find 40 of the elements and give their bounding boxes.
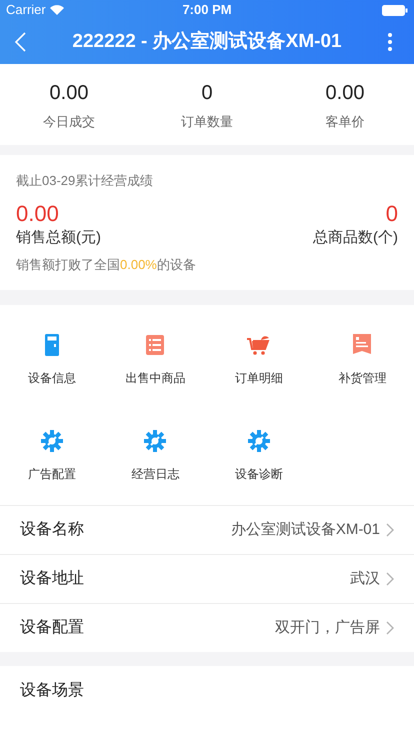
status-time: 7:00 PM (182, 1, 232, 20)
menu-item[interactable]: 广告配置 (0, 429, 104, 483)
cabinet-icon (44, 334, 59, 356)
chevron-left-icon (14, 32, 26, 52)
battery-icon (382, 4, 408, 16)
info-row[interactable]: 设备配置 双开门，广告屏 (0, 603, 414, 652)
cart-icon (246, 334, 271, 356)
carrier-label: Carrier (6, 1, 46, 20)
cumulative-heading: 截止03-29累计经营成绩 (16, 172, 154, 190)
gear-icon (40, 430, 63, 452)
menu-item[interactable]: 订单明细 (207, 333, 310, 387)
info-row[interactable]: 设备地址 武汉 (0, 554, 414, 603)
stat-value: 0 (201, 80, 213, 106)
items-label: 总商品数(个) (313, 228, 398, 248)
wifi-icon (50, 5, 64, 15)
stat-value: 0.00 (50, 80, 88, 106)
gear-icon (248, 430, 270, 452)
document-icon (353, 334, 372, 356)
menu-item[interactable]: 设备信息 (0, 333, 104, 387)
info-row[interactable]: 设备名称 办公室测试设备XM-01 (0, 505, 414, 554)
list-icon (146, 335, 164, 355)
menu-item[interactable]: 经营日志 (104, 429, 207, 483)
stat-value: 0.00 (326, 80, 364, 106)
scene-row[interactable]: 设备场景 (0, 666, 414, 736)
stat-label: 今日成交 (43, 112, 95, 131)
sales-label: 销售总额(元) (16, 228, 101, 248)
sales-value: 0.00 (16, 200, 60, 226)
menu-item[interactable]: 设备诊断 (207, 429, 310, 483)
more-icon (388, 33, 392, 51)
chevron-right-icon (386, 523, 394, 537)
nav-title: 222222 - 办公室测试设备XM-01 (71, 30, 343, 54)
chevron-right-icon (386, 572, 394, 586)
chevron-right-icon (386, 621, 394, 635)
stat-label: 订单数量 (181, 112, 233, 131)
menu-item[interactable]: 补货管理 (310, 333, 414, 387)
items-value: 0 (386, 200, 398, 226)
menu-item[interactable]: 出售中商品 (104, 333, 207, 387)
ranking-text: 销售额打败了全国0.00%的设备 (16, 256, 197, 274)
gear-icon (144, 430, 166, 452)
stat-label: 客单价 (326, 112, 364, 131)
